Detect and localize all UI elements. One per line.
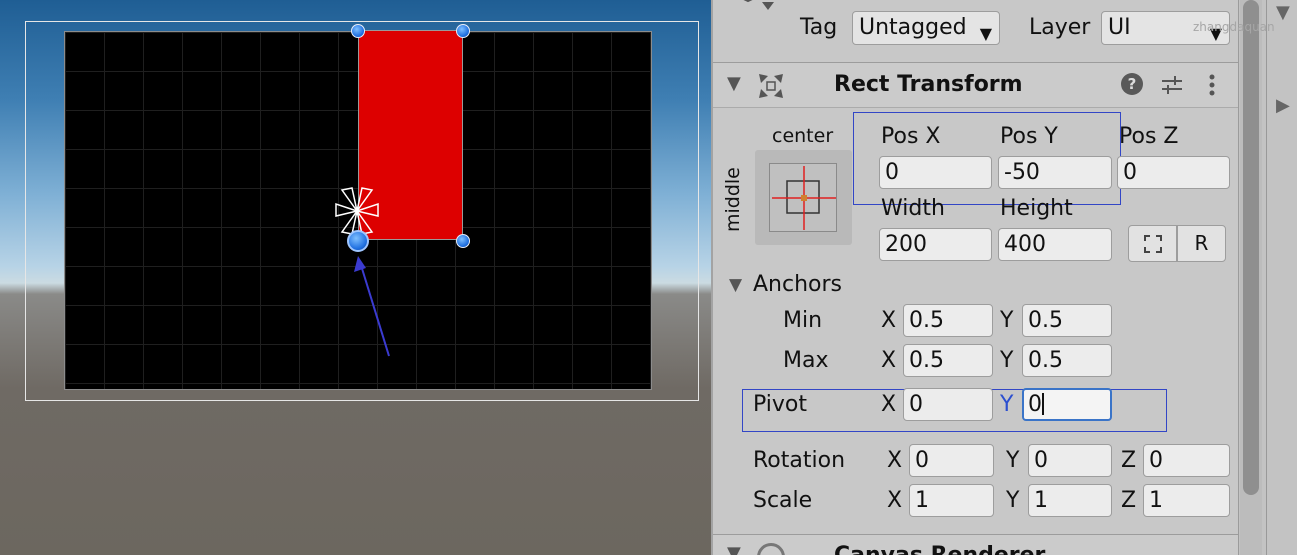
scrollbar-thumb[interactable] bbox=[1243, 0, 1259, 495]
chevron-down-icon: ▼ bbox=[979, 24, 992, 43]
tag-dropdown[interactable]: Untagged ▼ bbox=[852, 11, 1000, 45]
scale-z-field[interactable]: 1 bbox=[1143, 484, 1230, 517]
layer-label: Layer bbox=[1029, 15, 1091, 40]
pivot-x-field[interactable]: 0 bbox=[903, 388, 993, 421]
pos-z-label: Pos Z bbox=[1119, 124, 1179, 149]
layer-value: UI bbox=[1108, 15, 1131, 40]
more-vert-icon[interactable] bbox=[1207, 73, 1217, 97]
pivot-y-label: Y bbox=[1000, 392, 1014, 417]
pos-y-field[interactable]: -50 bbox=[998, 156, 1112, 189]
collapse-triangle-icon[interactable]: ▼ bbox=[727, 543, 741, 555]
canvas-renderer-icon bbox=[757, 543, 785, 555]
annotation-arrow bbox=[354, 256, 390, 357]
scale-label: Scale bbox=[753, 488, 813, 513]
anchor-min-x-field[interactable]: 0.5 bbox=[903, 304, 993, 337]
anchor-min-x-label: X bbox=[881, 308, 897, 333]
tag-value: Untagged bbox=[859, 15, 967, 40]
anchor-max-y-label: Y bbox=[1000, 348, 1014, 373]
rotation-y-label: Y bbox=[1006, 448, 1020, 473]
pivot-y-field[interactable]: 0 bbox=[1022, 388, 1112, 421]
pos-x-field[interactable]: 0 bbox=[879, 156, 992, 189]
scale-x-field[interactable]: 1 bbox=[909, 484, 994, 517]
pos-y-label: Pos Y bbox=[1000, 124, 1058, 149]
rotation-z-field[interactable]: 0 bbox=[1143, 444, 1230, 477]
anchor-max-label: Max bbox=[783, 348, 829, 373]
collapse-triangle-icon[interactable]: ▼ bbox=[727, 73, 741, 94]
rotation-x-label: X bbox=[887, 448, 903, 473]
height-label: Height bbox=[1000, 196, 1073, 221]
gameobject-cube-icon bbox=[743, 0, 774, 10]
component-title: Rect Transform bbox=[834, 72, 1023, 97]
expand-arrow-icon[interactable]: ▶ bbox=[1276, 95, 1290, 116]
pos-z-field[interactable]: 0 bbox=[1117, 156, 1230, 189]
scene-view[interactable] bbox=[0, 0, 711, 555]
settings-sliders-icon[interactable] bbox=[1160, 73, 1184, 97]
watermark-text: zhangdaquan bbox=[1193, 20, 1275, 34]
resize-handle-top-right[interactable] bbox=[456, 24, 470, 38]
anchor-preset-horizontal: center bbox=[772, 125, 834, 147]
rotation-z-label: Z bbox=[1121, 448, 1137, 473]
anchor-max-y-field[interactable]: 0.5 bbox=[1022, 344, 1112, 377]
rotation-x-field[interactable]: 0 bbox=[909, 444, 994, 477]
pos-x-label: Pos X bbox=[881, 124, 941, 149]
panel-menu-icon[interactable]: ▼ bbox=[1276, 2, 1290, 23]
rect-transform-icon bbox=[759, 74, 783, 98]
blueprint-mode-button[interactable] bbox=[1128, 225, 1177, 262]
resize-handle-top-left[interactable] bbox=[351, 24, 365, 38]
anchor-preset-button[interactable] bbox=[755, 150, 852, 245]
width-field[interactable]: 200 bbox=[879, 228, 992, 261]
next-component-header[interactable]: ▼ Canvas Renderer bbox=[713, 534, 1238, 555]
scale-x-label: X bbox=[887, 488, 903, 513]
text-caret bbox=[1042, 393, 1044, 415]
anchor-min-label: Min bbox=[783, 308, 823, 333]
anchor-max-x-field[interactable]: 0.5 bbox=[903, 344, 993, 377]
pivot-y-value: 0 bbox=[1028, 392, 1042, 417]
component-header[interactable]: ▼ Rect Transform ? bbox=[713, 62, 1238, 108]
scale-z-label: Z bbox=[1121, 488, 1137, 513]
anchor-preset-frame bbox=[769, 163, 837, 232]
anchor-max-x-label: X bbox=[881, 348, 897, 373]
pivot-x-label: X bbox=[881, 392, 897, 417]
next-component-title: Canvas Renderer bbox=[834, 543, 1045, 555]
anchors-label: Anchors bbox=[753, 272, 842, 297]
scale-y-field[interactable]: 1 bbox=[1028, 484, 1112, 517]
scale-y-label: Y bbox=[1006, 488, 1020, 513]
width-label: Width bbox=[881, 196, 945, 221]
anchor-crosshair-icon bbox=[772, 166, 836, 230]
anchor-preset-vertical: middle bbox=[722, 167, 744, 232]
pivot-label: Pivot bbox=[753, 392, 808, 417]
inspector-panel: Tag Untagged ▼ Layer UI ▼ ▼ Rect Transfo… bbox=[711, 0, 1239, 555]
help-icon[interactable]: ? bbox=[1121, 73, 1143, 95]
anchor-min-y-label: Y bbox=[1000, 308, 1014, 333]
raw-edit-button[interactable]: R bbox=[1177, 225, 1226, 262]
tag-label: Tag bbox=[800, 15, 838, 40]
blueprint-mode-icon bbox=[1144, 235, 1162, 253]
height-field[interactable]: 400 bbox=[998, 228, 1112, 261]
anchors-expand-icon[interactable]: ▼ bbox=[729, 275, 742, 295]
rotation-y-field[interactable]: 0 bbox=[1028, 444, 1112, 477]
anchor-min-y-field[interactable]: 0.5 bbox=[1022, 304, 1112, 337]
rotation-label: Rotation bbox=[753, 448, 846, 473]
resize-handle-bottom-right[interactable] bbox=[456, 234, 470, 248]
panel-divider bbox=[1266, 0, 1267, 555]
